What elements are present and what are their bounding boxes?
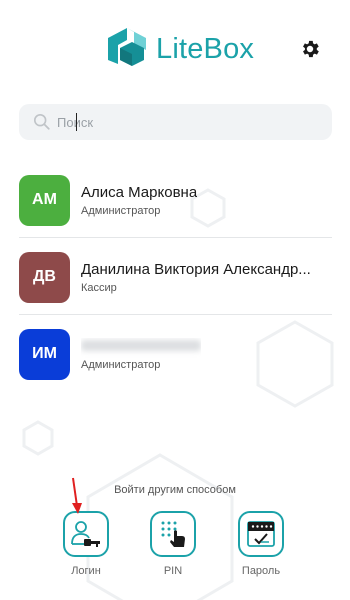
- user-row[interactable]: ДВ Данилина Виктория Александр... Кассир: [19, 249, 332, 305]
- divider: [19, 314, 332, 315]
- user-row[interactable]: ИМ Администратор: [19, 326, 332, 382]
- divider: [19, 237, 332, 238]
- user-name: Данилина Виктория Александр...: [81, 260, 311, 278]
- user-name-redacted: [81, 338, 201, 355]
- user-row[interactable]: АМ Алиса Марковна Администратор: [19, 172, 332, 228]
- text-caret: [76, 113, 77, 131]
- method-label: Пароль: [241, 565, 281, 577]
- avatar: АМ: [19, 174, 70, 226]
- search-input[interactable]: [57, 107, 307, 137]
- annotation-arrow-icon: [72, 477, 82, 514]
- user-name: Алиса Марковна: [81, 183, 198, 201]
- litebox-logo: LiteBox: [104, 26, 254, 72]
- password-method-button[interactable]: Пароль: [233, 511, 289, 577]
- brand-name: LiteBox: [156, 32, 255, 65]
- gear-icon[interactable]: [299, 38, 321, 60]
- search-bar[interactable]: [19, 104, 332, 140]
- search-icon: [33, 113, 50, 130]
- user-role: Администратор: [81, 204, 161, 217]
- user-role: Администратор: [81, 358, 161, 371]
- pin-method-button[interactable]: PIN: [145, 511, 201, 577]
- password-icon: [247, 521, 275, 547]
- alt-login-label: Войти другим способом: [114, 484, 236, 496]
- user-role: Кассир: [81, 281, 117, 294]
- litebox-logo-icon: [108, 28, 146, 70]
- method-button-frame[interactable]: [63, 511, 109, 557]
- method-button-frame[interactable]: [238, 511, 284, 557]
- pin-keypad-icon: [161, 521, 185, 547]
- avatar: ДВ: [19, 251, 70, 303]
- user-key-icon: [71, 521, 100, 547]
- header: LiteBox: [0, 24, 350, 74]
- method-label: PIN: [163, 565, 183, 577]
- avatar: ИМ: [19, 328, 70, 380]
- method-label: Логин: [71, 565, 101, 577]
- method-button-frame[interactable]: [150, 511, 196, 557]
- login-method-button[interactable]: Логин: [58, 511, 114, 577]
